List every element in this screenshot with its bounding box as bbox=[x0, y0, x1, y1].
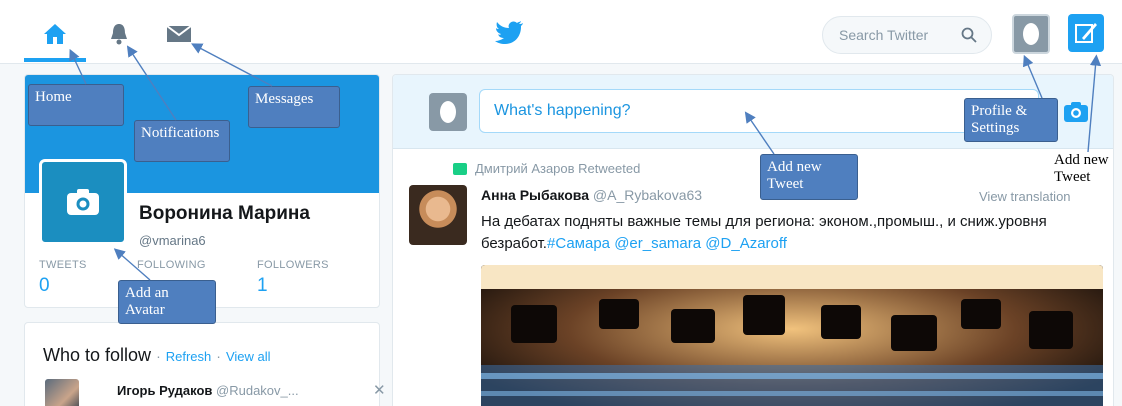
add-tweet-annotation: Add new Tweet bbox=[760, 154, 858, 200]
hashtag-link[interactable]: #Самара bbox=[547, 235, 610, 252]
profile-settings-annotation: Profile & Settings bbox=[964, 98, 1058, 142]
separator: · bbox=[216, 348, 221, 364]
search-placeholder: Search Twitter bbox=[839, 27, 929, 43]
stat-tweets[interactable]: TWEETS 0 bbox=[39, 259, 87, 297]
tweet-author[interactable]: Анна Рыбакова @A_Rybakova63 bbox=[481, 187, 702, 203]
quill-icon bbox=[1075, 23, 1097, 43]
search-input[interactable]: Search Twitter bbox=[822, 16, 992, 54]
view-translation-link[interactable]: View translation bbox=[979, 189, 1071, 204]
suggestion-handle: @Rudakov_... bbox=[216, 383, 299, 398]
suggestion-avatar[interactable] bbox=[45, 379, 79, 406]
stat-value: 1 bbox=[257, 275, 268, 296]
add-new-tweet-annotation: Add new Tweet bbox=[1054, 152, 1109, 185]
stat-label: FOLLOWERS bbox=[257, 259, 329, 271]
compose-tweet-button[interactable] bbox=[1068, 14, 1104, 52]
retweet-icon bbox=[453, 162, 467, 175]
messages-annotation: Messages bbox=[248, 86, 340, 128]
default-avatar-icon bbox=[1023, 23, 1039, 45]
stat-following[interactable]: FOLLOWING bbox=[137, 259, 206, 275]
refresh-link[interactable]: Refresh bbox=[166, 349, 212, 364]
profile-settings-button[interactable] bbox=[1012, 14, 1050, 54]
stat-label: TWEETS bbox=[39, 259, 87, 271]
top-navigation-bar: Search Twitter bbox=[0, 0, 1122, 64]
stat-followers[interactable]: FOLLOWERS 1 bbox=[257, 259, 329, 297]
tweet-author-avatar[interactable] bbox=[409, 185, 467, 245]
profile-name[interactable]: Воронина Марина bbox=[139, 203, 310, 225]
home-icon[interactable] bbox=[40, 20, 70, 48]
suggestion-name: Игорь Рудаков bbox=[117, 383, 213, 398]
tweet-author-handle: @A_Rybakova63 bbox=[592, 187, 703, 203]
view-all-link[interactable]: View all bbox=[226, 349, 271, 364]
stat-label: FOLLOWING bbox=[137, 259, 206, 271]
retweeted-by-text: Дмитрий Азаров Retweeted bbox=[475, 161, 641, 176]
profile-handle[interactable]: @vmarina6 bbox=[139, 233, 206, 248]
separator: · bbox=[156, 348, 161, 364]
notifications-bell-icon[interactable] bbox=[104, 20, 134, 48]
home-annotation: Home bbox=[28, 84, 124, 126]
who-to-follow-card: Who to follow · Refresh · View all Игорь… bbox=[24, 322, 386, 406]
camera-icon bbox=[67, 189, 99, 215]
mention-link[interactable]: @er_samara bbox=[614, 235, 701, 252]
profile-avatar[interactable] bbox=[39, 159, 127, 245]
dismiss-suggestion-close-icon[interactable]: ✕ bbox=[373, 381, 386, 399]
home-tab-indicator bbox=[24, 58, 86, 62]
tweet-text: На дебатах подняты важные темы для регио… bbox=[481, 211, 1101, 255]
add-photo-camera-icon[interactable] bbox=[1061, 97, 1091, 127]
stat-value: 0 bbox=[39, 275, 50, 296]
default-avatar-icon bbox=[440, 101, 456, 123]
tweet-author-name: Анна Рыбакова bbox=[481, 187, 590, 203]
messages-envelope-icon[interactable] bbox=[164, 20, 194, 48]
add-avatar-annotation: Add an Avatar bbox=[118, 280, 216, 324]
retweet-context[interactable]: Дмитрий Азаров Retweeted bbox=[453, 161, 640, 176]
notifications-annotation: Notifications bbox=[134, 120, 230, 162]
studio-lights-photo bbox=[481, 265, 1103, 406]
mention-link[interactable]: @D_Azaroff bbox=[705, 235, 787, 252]
compose-tweet-input[interactable]: What's happening? bbox=[479, 89, 1039, 133]
compose-avatar bbox=[429, 93, 467, 131]
search-icon[interactable] bbox=[961, 27, 977, 43]
who-to-follow-header: Who to follow · Refresh · View all bbox=[43, 345, 271, 366]
suggestion-user[interactable]: Игорь Рудаков @Rudakov_... bbox=[117, 383, 299, 398]
who-to-follow-title: Who to follow bbox=[43, 345, 152, 365]
twitter-bird-logo-icon[interactable] bbox=[494, 20, 526, 48]
tweet-media-image[interactable] bbox=[481, 265, 1103, 406]
compose-placeholder: What's happening? bbox=[494, 102, 631, 119]
